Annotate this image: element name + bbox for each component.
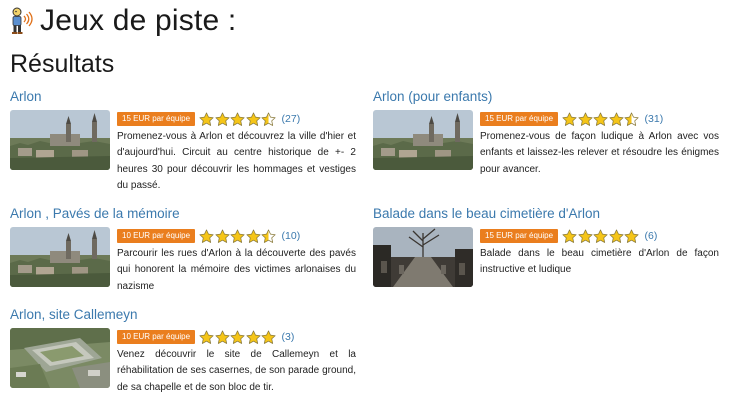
result-description: Promenez-vous à Arlon et découvrez la vi… xyxy=(117,131,356,191)
star-full-icon xyxy=(214,112,230,126)
aerial-barracks-photo xyxy=(10,328,110,388)
result-description: Venez découvrir le site de Callemeyn et … xyxy=(117,349,356,393)
price-badge: 15 EUR par équipe xyxy=(480,229,559,243)
result-card: Balade dans le beau cimetière d'Arlon 15… xyxy=(373,206,719,287)
star-half-icon xyxy=(624,112,639,126)
star-rating xyxy=(199,229,277,244)
rating-count-link[interactable]: (27) xyxy=(282,113,301,125)
treasure-hunt-logo-icon xyxy=(12,7,33,34)
star-full-icon xyxy=(245,330,261,344)
star-rating xyxy=(562,229,640,244)
result-title-link[interactable]: Arlon , Pavés de la mémoire xyxy=(10,206,356,224)
result-thumbnail[interactable] xyxy=(10,328,110,388)
result-thumbnail[interactable] xyxy=(10,227,110,287)
result-thumbnail[interactable] xyxy=(373,227,473,287)
star-full-icon xyxy=(593,229,608,243)
star-full-icon xyxy=(624,229,639,243)
result-description: Balade dans le beau cimetière d'Arlon de… xyxy=(480,248,719,276)
rating-count-link[interactable]: (31) xyxy=(645,113,664,125)
result-card: Arlon , Pavés de la mémoire 10 EUR par é… xyxy=(10,206,356,295)
star-full-icon xyxy=(214,330,230,344)
price-badge: 15 EUR par équipe xyxy=(117,112,196,126)
result-thumbnail[interactable] xyxy=(10,110,110,170)
price-badge: 15 EUR par équipe xyxy=(480,112,559,126)
arlon-skyline-photo xyxy=(10,227,110,287)
star-full-icon xyxy=(230,229,245,243)
result-card: Arlon 15 EUR par équipe (27) Promenez-vo… xyxy=(10,89,356,194)
rating-count-link[interactable]: (10) xyxy=(282,230,301,242)
result-title-link[interactable]: Balade dans le beau cimetière d'Arlon xyxy=(373,206,719,224)
star-full-icon xyxy=(214,229,230,243)
result-title-link[interactable]: Arlon xyxy=(10,89,356,107)
star-full-icon xyxy=(577,112,593,126)
star-full-icon xyxy=(562,112,577,126)
star-full-icon xyxy=(230,330,245,344)
star-full-icon xyxy=(199,229,214,243)
cemetery-photo xyxy=(373,227,473,287)
star-full-icon xyxy=(608,112,624,126)
page-header: Jeux de piste : xyxy=(8,4,236,38)
star-full-icon xyxy=(230,112,245,126)
rating-count-link[interactable]: (6) xyxy=(645,230,658,242)
star-full-icon xyxy=(245,229,261,243)
results-heading: Résultats xyxy=(10,50,115,78)
result-title-link[interactable]: Arlon, site Callemeyn xyxy=(10,307,356,325)
result-title-link[interactable]: Arlon (pour enfants) xyxy=(373,89,719,107)
result-description: Promenez-vous de façon ludique à Arlon a… xyxy=(480,131,719,175)
star-full-icon xyxy=(199,330,214,344)
arlon-skyline-photo xyxy=(10,110,110,170)
star-rating xyxy=(562,112,640,127)
star-full-icon xyxy=(261,330,276,344)
star-full-icon xyxy=(562,229,577,243)
arlon-skyline-photo xyxy=(373,110,473,170)
star-half-icon xyxy=(261,112,276,126)
star-rating xyxy=(199,330,277,345)
star-half-icon xyxy=(261,229,276,243)
price-badge: 10 EUR par équipe xyxy=(117,229,196,243)
star-full-icon xyxy=(577,229,593,243)
page-title: Jeux de piste : xyxy=(40,4,237,37)
result-description: Parcourir les rues d'Arlon à la découver… xyxy=(117,248,356,292)
result-thumbnail[interactable] xyxy=(373,110,473,170)
result-card: Arlon (pour enfants) 15 EUR par équipe (… xyxy=(373,89,719,178)
star-rating xyxy=(199,112,277,127)
star-full-icon xyxy=(608,229,624,243)
rating-count-link[interactable]: (3) xyxy=(282,331,295,343)
star-full-icon xyxy=(199,112,214,126)
result-card: Arlon, site Callemeyn 10 EUR par équipe … xyxy=(10,307,356,396)
star-full-icon xyxy=(593,112,608,126)
price-badge: 10 EUR par équipe xyxy=(117,330,196,344)
star-full-icon xyxy=(245,112,261,126)
